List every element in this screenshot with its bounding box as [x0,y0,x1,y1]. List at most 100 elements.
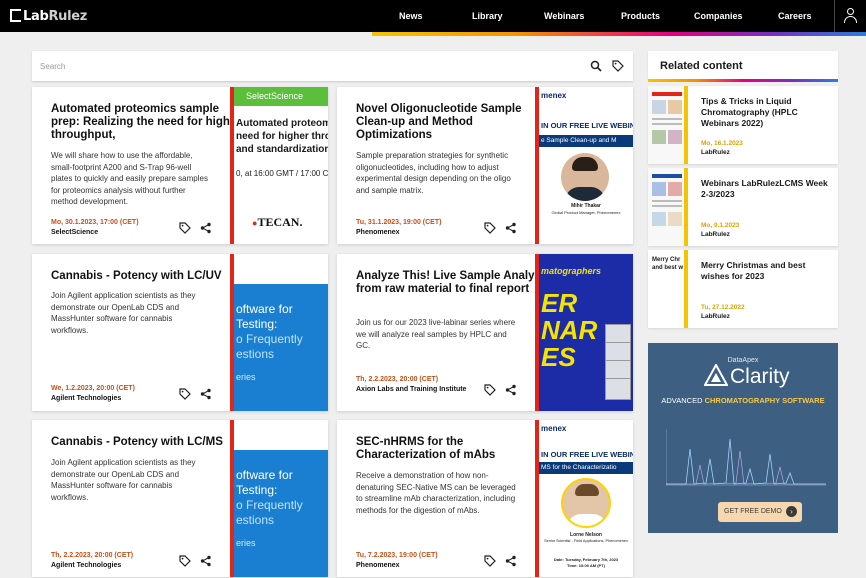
share-icon[interactable] [200,555,212,567]
card-date: Th, 2.2.2023, 20:00 (CET) [51,552,134,559]
thumb-line: NAR [541,315,598,345]
clarity-logo-icon [704,364,728,386]
card-organizer: Phenomenex [356,562,400,569]
nav-library[interactable]: Library [472,11,503,21]
user-account-button[interactable] [834,0,866,32]
user-icon [847,8,854,15]
related-thumb-text: Merry Chr and best w [652,256,683,272]
share-icon[interactable] [505,384,517,396]
card-description: Receive a demonstration of how non-denat… [356,471,516,515]
ad-product: Clarity [730,365,790,388]
speaker-name: Mihir Thakar [571,203,601,209]
search-bar [32,51,633,81]
nav-webinars[interactable]: Webinars [544,11,584,21]
card-date: Mo, 30.1.2023, 17:00 (CET) [51,219,139,226]
get-free-demo-button[interactable]: GET FREE DEMO › [718,502,802,522]
webinar-card[interactable]: Analyze This! Live Sample Analysis from … [337,254,633,411]
related-item[interactable]: Tips & Tricks in Liquid Chromatography (… [648,86,838,164]
card-date: Th, 2.2.2023, 20:00 (CET) [356,376,439,383]
related-item-date: Mo, 16.1.2023 [701,140,743,147]
related-thumbnail: Merry Chr and best w [648,250,688,328]
card-title[interactable]: Automated proteomics sample prep: Realiz… [51,103,246,142]
thumb-brand-bar: SelectScience [234,87,328,106]
thumb-line: o Frequently [236,332,303,346]
webinar-time: Time: 10:00 AM (PT) [566,563,605,568]
tag-icon[interactable] [484,222,496,234]
card-date: We, 1.2.2023, 20:00 (CET) [51,385,135,392]
related-item[interactable]: Merry Chr and best w Merry Christmas and… [648,250,838,328]
search-input[interactable] [40,59,560,73]
thumb-blue-panel: oftware for Testing: o Frequently estion… [234,450,328,577]
thumb-line: eries [236,372,256,382]
share-icon[interactable] [505,222,517,234]
nav-careers[interactable]: Careers [778,11,812,21]
nav-news[interactable]: News [399,11,423,21]
card-title[interactable]: SEC-nHRMS for the Characterization of mA… [356,436,551,462]
related-item-title[interactable]: Webinars LabRulezLCMS Week 2-3/2023 [701,178,831,200]
thumb-brand: menex [541,424,567,433]
webinar-card[interactable]: SEC-nHRMS for the Characterization of mA… [337,420,633,577]
tag-filter-icon[interactable] [612,60,624,72]
card-thumbnail: menex IN OUR FREE LIVE WEBIN e Sample Cl… [535,87,633,244]
thumb-headline: oftware for Testing: o Frequently estion… [236,302,303,362]
nav-products[interactable]: Products [621,11,660,21]
webinar-card[interactable]: Cannabis - Potency with LC/MS Join Agile… [32,420,328,577]
thumb-headline: oftware for Testing: o Frequently estion… [236,468,303,528]
thumb-line: Testing: [236,483,278,497]
tag-icon[interactable] [179,222,191,234]
thumb-line: Testing: [236,317,278,331]
gradient-stripe [372,32,866,36]
card-title[interactable]: Cannabis - Potency with LC/MS [51,436,246,449]
thumb-line: Merry Chr [652,257,681,263]
webinar-card[interactable]: Novel Oligonucleotide Sample Clean-up an… [337,87,633,244]
search-icon[interactable] [590,60,602,72]
thumb-brand: SelectScience [246,91,304,101]
tag-icon[interactable] [484,555,496,567]
related-content-header: Related content [648,51,838,82]
related-item-title[interactable]: Merry Christmas and best wishes for 2023 [701,260,831,282]
logo-mark-icon [10,9,21,22]
thumb-line: estions [236,513,275,527]
share-icon[interactable] [200,388,212,400]
thumb-headline: ER NAR ES [541,290,597,371]
card-title[interactable]: Cannabis - Potency with LC/UV [51,270,246,283]
cta-label: GET FREE DEMO [724,508,782,515]
related-item-org: LabRulez [701,231,730,238]
related-item-title[interactable]: Tips & Tricks in Liquid Chromatography (… [701,96,831,129]
card-title[interactable]: Analyze This! Live Sample Analysis from … [356,270,551,296]
webinar-card[interactable]: Cannabis - Potency with LC/UV Join Agile… [32,254,328,411]
thumb-line: Automated proteomics [236,118,328,129]
webinar-card[interactable]: Automated proteomics sample prep: Realiz… [32,87,328,244]
top-navbar: LabRulez News Library Webinars Products … [0,0,866,32]
clarity-ad-banner[interactable]: DataApex Clarity ADVANCED CHROMATOGRAPHY… [648,343,838,533]
related-item[interactable]: Webinars LabRulezLCMS Week 2-3/2023 Mo, … [648,168,838,246]
nav-companies[interactable]: Companies [694,11,743,21]
thumb-banner: IN OUR FREE LIVE WEBIN [541,450,633,459]
related-item-date: Tu, 27.12.2022 [701,304,745,311]
ad-brand: DataApex [727,357,759,364]
card-thumbnail: oftware for Testing: o Frequently estion… [230,254,328,411]
thumb-line: oftware for [236,302,293,316]
card-title[interactable]: Novel Oligonucleotide Sample Clean-up an… [356,103,551,142]
speaker-name: Lorne Nelson [570,532,602,538]
logo-text-b: Rulez [48,9,88,24]
ad-tagline-a: ADVANCED [661,396,705,405]
labrulez-logo[interactable]: LabRulez [10,9,87,24]
tag-icon[interactable] [179,555,191,567]
card-thumbnail: matographers ER NAR ES [535,254,633,411]
thumb-line: estions [236,347,275,361]
logo-text-a: Lab [23,9,49,24]
thumb-line: ES [541,342,576,372]
arrow-right-icon: › [786,506,797,517]
thumb-sub-bar: e Sample Clean-up and M [539,135,633,147]
thumb-line: and best w [652,265,684,271]
ad-tagline-b: CHROMATOGRAPHY SOFTWARE [704,396,825,405]
tag-icon[interactable] [484,384,496,396]
hplc-instrument [605,324,631,400]
share-icon[interactable] [200,222,212,234]
thumb-line: need for higher thro [236,131,328,142]
card-date: Tu, 7.2.2023, 19:00 (CET) [356,552,438,559]
share-icon[interactable] [505,555,517,567]
related-item-org: LabRulez [701,149,730,156]
tag-icon[interactable] [179,388,191,400]
